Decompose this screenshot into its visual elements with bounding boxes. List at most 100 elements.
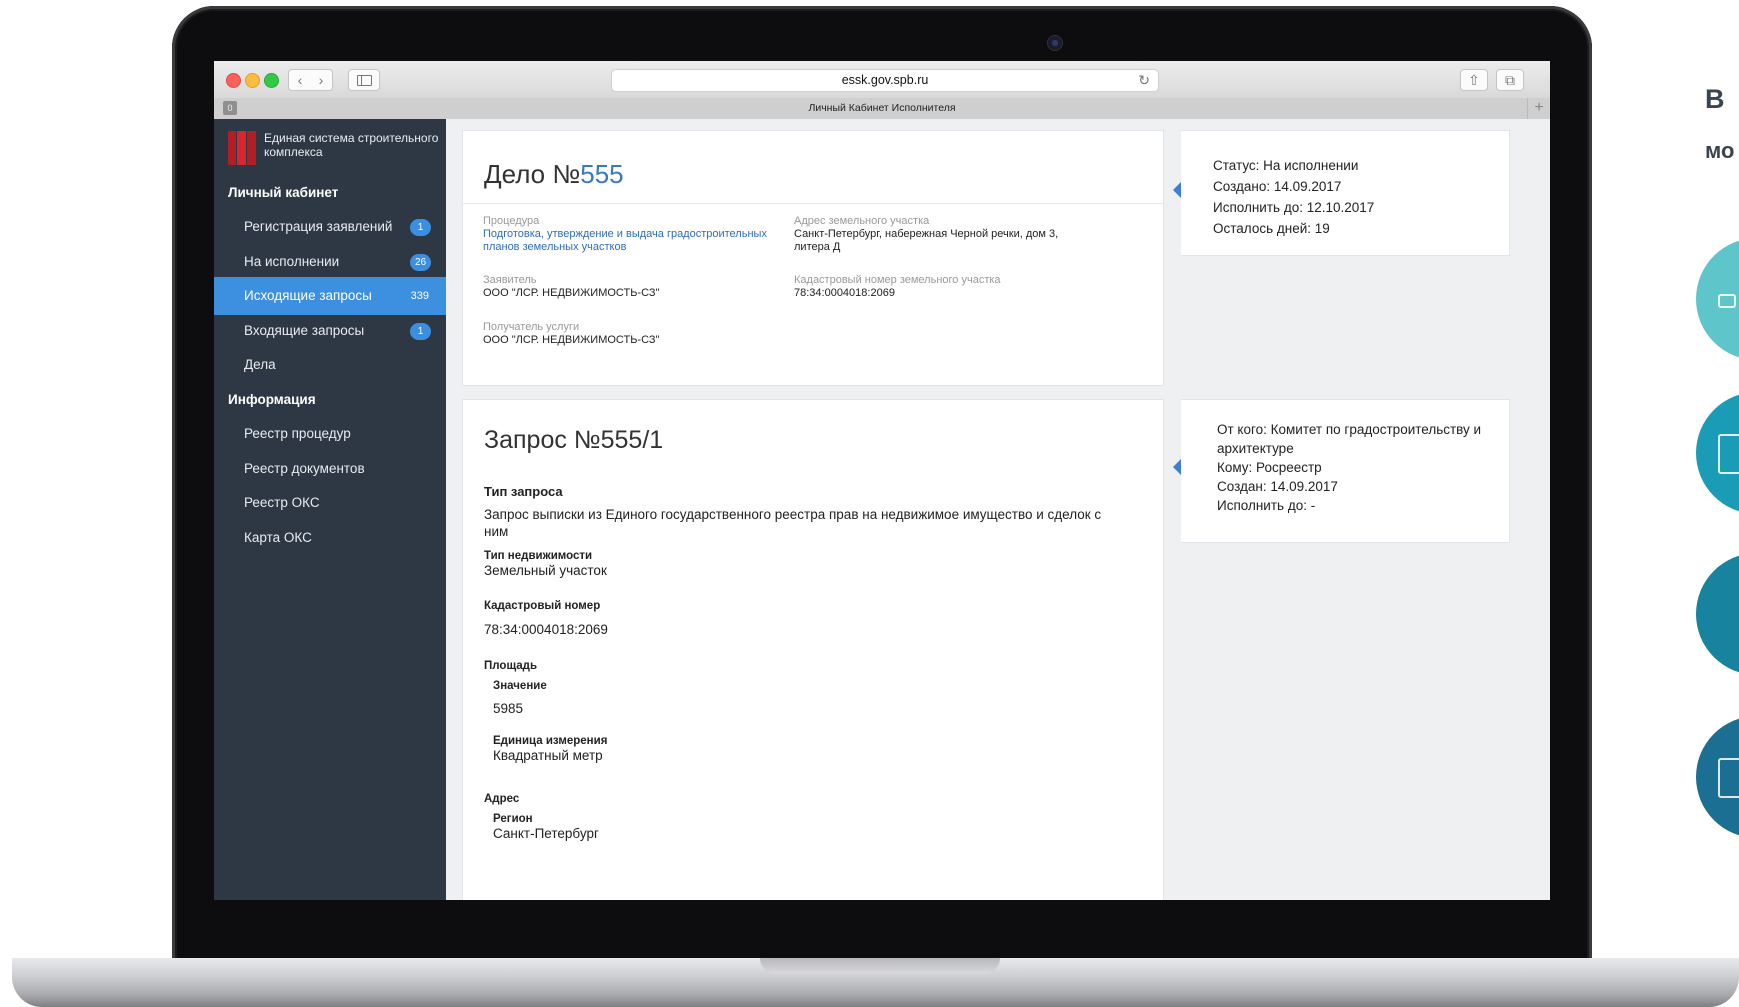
share-button[interactable]: ⇧ (1460, 69, 1488, 91)
feature-circle-icon (1696, 238, 1739, 360)
area-block: Площадь Значение 5985 Единица измерения … (484, 660, 1124, 764)
cadastral-block: Кадастровый номер 78:34:0004018:2069 (484, 600, 1124, 638)
request-info-lines: От кого: Комитет по градостроительству и… (1217, 420, 1487, 515)
address-heading: Адрес (484, 793, 520, 805)
value-heading: Значение (493, 680, 547, 692)
status-lines: Статус: На исполнении Создано: 14.09.201… (1213, 155, 1374, 239)
cadastral-label: Кадастровый номер земельного участка (794, 274, 1001, 286)
sidebar-item-procedures-registry[interactable]: Реестр процедур (214, 415, 446, 453)
request-title: Запрос №555/1 (484, 426, 664, 454)
sidebar-item-cases[interactable]: Дела (214, 346, 446, 384)
sidebar-item-label: Дела (244, 357, 276, 372)
region-heading: Регион (493, 813, 533, 825)
main-content: Дело №555 Процедура Подготовка, утвержде… (446, 119, 1550, 900)
recipient-label: Получатель услуги (483, 321, 580, 333)
status-text: Статус: На исполнении (1213, 158, 1359, 173)
section-info: Информация (228, 392, 316, 407)
unit-value: Квадратный метр (493, 748, 603, 763)
to-text: Кому: Росреестр (1217, 460, 1322, 475)
minimize-window-button[interactable] (245, 73, 260, 88)
tab-title[interactable]: Личный Кабинет Исполнителя (214, 98, 1550, 119)
side-subheading: мо (1705, 138, 1735, 163)
case-title-prefix: Дело № (484, 159, 581, 189)
side-heading: В (1705, 84, 1725, 114)
address-value: Санкт-Петербург, набережная Черной речки… (794, 228, 1059, 253)
sidebar-toggle-button[interactable] (348, 69, 380, 91)
reload-icon[interactable]: ↻ (1138, 70, 1150, 91)
sidebar-item-documents-registry[interactable]: Реестр документов (214, 450, 446, 488)
area-value: 5985 (493, 701, 524, 716)
cadastral-field: Кадастровый номер земельного участка 78:… (794, 274, 1094, 300)
applicant-label: Заявитель (483, 274, 537, 286)
request-created: Создан: 14.09.2017 (1217, 479, 1338, 494)
due-date: Исполнить до: 12.10.2017 (1213, 200, 1375, 215)
address-label: Адрес земельного участка (794, 215, 930, 227)
sidebar-item-label: Реестр процедур (244, 426, 351, 441)
case-title: Дело №555 (484, 159, 624, 190)
applicant-value: ООО "ЛСР. НЕДВИЖИМОСТЬ-СЗ" (483, 287, 660, 299)
cadastral-value: 78:34:0004018:2069 (794, 287, 895, 299)
feature-circle-icon (1696, 392, 1739, 514)
request-type-value: Запрос выписки из Единого государственно… (484, 507, 1102, 539)
section-cabinet: Личный кабинет (228, 185, 339, 200)
request-info-card: От кого: Комитет по градостроительству и… (1181, 399, 1510, 543)
divider (463, 203, 1163, 204)
sidebar-item-outgoing[interactable]: Исходящие запросы 339 (214, 277, 446, 315)
property-type-value: Земельный участок (484, 563, 607, 578)
maximize-window-button[interactable] (264, 73, 279, 88)
sidebar-item-label: Входящие запросы (244, 323, 365, 338)
procedure-field: Процедура Подготовка, утверждение и выда… (483, 215, 783, 254)
area-heading: Площадь (484, 660, 538, 672)
sidebar-item-label: Регистрация заявлений (244, 219, 393, 234)
logo-icon[interactable] (228, 131, 256, 165)
back-button[interactable]: ‹ (288, 69, 312, 91)
request-type-block: Тип запроса Запрос выписки из Единого го… (484, 484, 1124, 540)
tab-bar: 0 Личный Кабинет Исполнителя + (214, 98, 1550, 120)
sidebar-item-oks-registry[interactable]: Реестр ОКС (214, 484, 446, 522)
address-block: Адрес Регион Санкт-Петербург (484, 793, 1124, 842)
tabs-overview-button[interactable]: ⧉ (1496, 69, 1524, 91)
screen: ‹ › essk.gov.spb.ru ↻ ⇧ ⧉ 0 Личный Кабин… (214, 61, 1550, 900)
sidebar-item-registration[interactable]: Регистрация заявлений 1 (214, 208, 446, 246)
count-badge: 339 (410, 290, 429, 302)
request-card: Запрос №555/1 Тип запроса Запрос выписки… (462, 399, 1164, 900)
cadastral-heading: Кадастровый номер (484, 600, 601, 612)
feature-circle-icon (1696, 553, 1739, 675)
pointer-arrow (1173, 459, 1181, 475)
close-window-button[interactable] (226, 73, 241, 88)
brand-name[interactable]: Единая система строительного комплекса (264, 131, 444, 159)
sidebar-item-in-progress[interactable]: На исполнении 26 (214, 243, 446, 281)
unit-heading: Единица измерения (493, 735, 608, 747)
procedure-link[interactable]: Подготовка, утверждение и выдача градост… (483, 228, 783, 254)
count-badge: 26 (410, 254, 431, 271)
days-left: Осталось дней: 19 (1213, 221, 1330, 236)
procedure-label: Процедура (483, 215, 540, 227)
cadastral-number: 78:34:0004018:2069 (484, 622, 608, 637)
address-bar[interactable]: essk.gov.spb.ru ↻ (611, 69, 1159, 92)
url-text: essk.gov.spb.ru (841, 73, 929, 87)
from-text: От кого: Комитет по градостроительству и… (1217, 422, 1482, 456)
count-badge: 1 (410, 323, 431, 340)
sidebar-item-label: На исполнении (244, 254, 340, 269)
forward-button[interactable]: › (310, 69, 333, 91)
sidebar-item-label: Реестр ОКС (244, 495, 320, 510)
property-type-block: Тип недвижимости Земельный участок (484, 550, 1124, 579)
request-type-heading: Тип запроса (484, 484, 563, 499)
sidebar-icon (357, 75, 372, 86)
case-number-link[interactable]: 555 (580, 159, 623, 189)
new-tab-button[interactable]: + (1527, 98, 1550, 119)
request-due: Исполнить до: - (1217, 498, 1316, 513)
sidebar-item-label: Исходящие запросы (244, 288, 372, 303)
sidebar-item-incoming[interactable]: Входящие запросы 1 (214, 312, 446, 350)
region-value: Санкт-Петербург (493, 826, 599, 841)
browser-titlebar: ‹ › essk.gov.spb.ru ↻ ⇧ ⧉ (214, 61, 1550, 99)
feature-circle-icon (1696, 716, 1739, 838)
address-field: Адрес земельного участка Санкт-Петербург… (794, 215, 1094, 254)
sidebar-item-label: Реестр документов (244, 461, 365, 476)
case-card: Дело №555 Процедура Подготовка, утвержде… (462, 130, 1164, 386)
sidebar-item-oks-map[interactable]: Карта ОКС (214, 519, 446, 557)
property-type-heading: Тип недвижимости (484, 550, 593, 562)
sidebar-item-label: Карта ОКС (244, 530, 312, 545)
count-badge: 1 (410, 219, 431, 236)
recipient-value: ООО "ЛСР. НЕДВИЖИМОСТЬ-СЗ" (483, 334, 660, 346)
